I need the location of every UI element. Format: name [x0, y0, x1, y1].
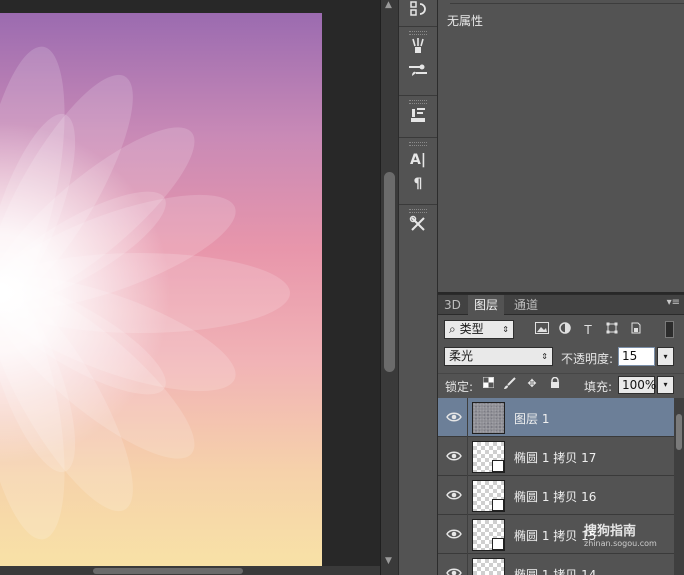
panel-grip[interactable]: [409, 209, 427, 213]
photoshop-window: ▲ ▼ A| ¶ 无属性 3D 图层 通道 ▾≡ ⌕ 类型 ⇕ T 柔光 ⇕ 不…: [0, 0, 684, 575]
tab-channels[interactable]: 通道: [508, 295, 544, 315]
layer-thumbnail: [472, 558, 505, 575]
canvas-vertical-scrollbar[interactable]: ▲ ▼: [380, 0, 398, 575]
eye-icon[interactable]: [446, 567, 462, 575]
tool-group-presets: [399, 207, 437, 239]
watermark-brand: 搜狗指南: [584, 524, 637, 539]
panel-grip[interactable]: [409, 142, 427, 146]
tool-group-brush: [399, 29, 437, 85]
shape-layer-badge-icon: [492, 538, 504, 550]
layer-filter-row: ⌕ 类型 ⇕ T: [438, 317, 684, 343]
layer-row[interactable]: 椭圆 1 拷贝 14: [438, 554, 674, 575]
layer-thumbnail: [472, 441, 505, 473]
lock-label: 锁定:: [445, 380, 474, 394]
tool-group-history: [399, 0, 437, 24]
fill-input[interactable]: 100%: [618, 376, 656, 394]
tool-presets-icon[interactable]: [399, 215, 437, 239]
adjustment-filter-icon[interactable]: [557, 322, 573, 338]
layer-row[interactable]: 图层 1: [438, 398, 674, 437]
shape-layer-badge-icon: [492, 460, 504, 472]
panel-tabs: 3D 图层 通道 ▾≡: [438, 295, 684, 315]
fill-label: 填充:: [584, 380, 613, 394]
watermark-url: zhinan.sogou.com: [584, 539, 657, 548]
scrollbar-thumb[interactable]: [676, 414, 682, 450]
layer-name[interactable]: 图层 1: [514, 410, 549, 427]
canvas-horizontal-scrollbar[interactable]: [0, 566, 380, 575]
panel-grip[interactable]: [409, 100, 427, 104]
blend-mode-select[interactable]: 柔光 ⇕: [444, 347, 553, 366]
sogou-watermark: 搜狗指南 zhinan.sogou.com: [584, 520, 657, 548]
properties-title: 无属性: [447, 14, 484, 28]
opacity-slider-button[interactable]: ▾: [657, 347, 674, 366]
eye-icon[interactable]: [446, 450, 462, 462]
layer-row[interactable]: 椭圆 1 拷贝 16: [438, 476, 674, 515]
eye-icon[interactable]: [446, 489, 462, 501]
filter-kind-select[interactable]: ⌕ 类型 ⇕: [444, 320, 514, 339]
brush-icon[interactable]: [399, 61, 437, 85]
lock-transparent-icon[interactable]: [481, 377, 495, 391]
updown-icon: ⇕: [541, 352, 548, 361]
lock-pixels-brush-icon[interactable]: [502, 377, 516, 391]
scroll-down-arrow-icon[interactable]: ▼: [385, 556, 392, 566]
layer-name[interactable]: 椭圆 1 拷贝 17: [514, 449, 596, 466]
panel-icon-strip: A| ¶: [398, 0, 438, 575]
panel-grip[interactable]: [409, 31, 427, 35]
pixel-filter-icon[interactable]: [534, 322, 550, 338]
character-icon[interactable]: A|: [399, 148, 437, 172]
type-filter-icon[interactable]: T: [580, 322, 596, 338]
filter-toggle-switch[interactable]: [665, 321, 674, 338]
lock-fill-row: 锁定: ✥ 填充: 100% ▾: [438, 373, 684, 395]
scrollbar-thumb[interactable]: [93, 568, 243, 574]
eye-icon[interactable]: [446, 528, 462, 540]
panel-menu-icon[interactable]: ▾≡: [667, 297, 680, 308]
tool-group-type: A| ¶: [399, 140, 437, 196]
layer-row[interactable]: 椭圆 1 拷贝 17: [438, 437, 674, 476]
layer-list: 图层 1 椭圆 1 拷贝 17 椭圆 1 拷贝 16 椭圆 1 拷贝 15 椭圆…: [438, 398, 674, 575]
shape-layer-badge-icon: [492, 499, 504, 511]
scroll-up-arrow-icon[interactable]: ▲: [385, 0, 392, 10]
fill-slider-button[interactable]: ▾: [657, 376, 674, 394]
document-canvas[interactable]: [0, 13, 322, 575]
updown-icon: ⇕: [502, 325, 509, 334]
tab-layers[interactable]: 图层: [468, 295, 505, 315]
opacity-label: 不透明度:: [561, 352, 614, 366]
filter-kind-label: 类型: [459, 322, 484, 336]
properties-panel: 无属性: [438, 0, 684, 292]
flower-artwork: [0, 46, 290, 540]
opacity-input[interactable]: 15: [618, 347, 655, 366]
layer-name[interactable]: 椭圆 1 拷贝 16: [514, 488, 596, 505]
lock-all-icon[interactable]: [548, 376, 562, 391]
shape-filter-icon[interactable]: [604, 322, 620, 338]
tab-3d[interactable]: 3D: [438, 295, 467, 315]
scrollbar-thumb[interactable]: [384, 172, 395, 372]
layers-scrollbar[interactable]: [674, 398, 684, 575]
blend-mode-value: 柔光: [449, 349, 474, 363]
lock-position-move-icon[interactable]: ✥: [525, 377, 539, 391]
layer-name[interactable]: 椭圆 1 拷贝 14: [514, 566, 596, 575]
layer-thumbnail: [472, 519, 505, 551]
eye-icon[interactable]: [446, 411, 462, 423]
paragraph-icon[interactable]: ¶: [399, 172, 437, 196]
history-icon[interactable]: [399, 0, 437, 24]
tool-group-clone: [399, 98, 437, 130]
canvas-area: [0, 0, 380, 575]
layer-thumbnail: [472, 480, 505, 512]
clone-source-icon[interactable]: [399, 106, 437, 130]
search-icon: ⌕: [449, 322, 456, 336]
layer-thumbnail: [472, 402, 505, 434]
brush-presets-icon[interactable]: [399, 37, 437, 61]
blend-opacity-row: 柔光 ⇕ 不透明度: 15 ▾: [438, 345, 684, 369]
smart-object-filter-icon[interactable]: [628, 322, 644, 338]
